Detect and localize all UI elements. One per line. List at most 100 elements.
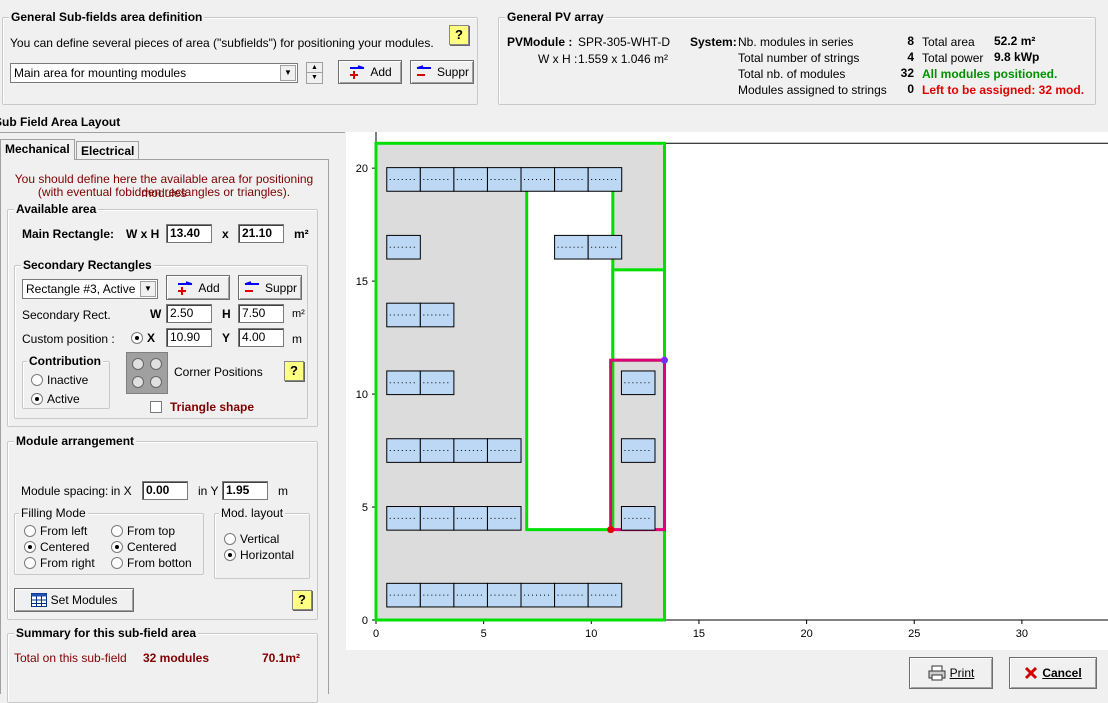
chevron-down-icon[interactable]: ▼ bbox=[140, 281, 156, 297]
positioned-status: All modules positioned. bbox=[922, 67, 1058, 81]
pv-module bbox=[386, 438, 421, 463]
set-modules-button[interactable]: Set Modules bbox=[14, 588, 134, 612]
pv-module bbox=[419, 438, 455, 463]
active-radio[interactable]: Active bbox=[31, 392, 80, 406]
pv-array-title: General PV array bbox=[505, 10, 606, 24]
fill-from-left-radio[interactable]: From left bbox=[24, 524, 87, 538]
fill-from-bottom-radio[interactable]: From botton bbox=[111, 556, 192, 570]
fill-from-right-radio[interactable]: From right bbox=[24, 556, 95, 570]
spacing-x-field[interactable]: 0.00 bbox=[142, 481, 188, 500]
layout-chart[interactable]: 0 5 10 15 20 25 30 0 5 10 15 20 bbox=[346, 132, 1108, 650]
fill-centered-v-radio[interactable]: Centered bbox=[111, 540, 176, 554]
subfield-select[interactable]: Main area for mounting modules ▼ bbox=[10, 63, 298, 83]
radio-dot[interactable] bbox=[31, 393, 43, 405]
inactive-radio[interactable]: Inactive bbox=[31, 373, 88, 387]
radio-dot[interactable] bbox=[24, 525, 36, 537]
corner-positions-label: Corner Positions bbox=[174, 365, 263, 379]
help-icon[interactable]: ? bbox=[449, 25, 469, 45]
layout-vertical-radio[interactable]: Vertical bbox=[224, 532, 279, 546]
pv-module bbox=[486, 582, 522, 608]
cancel-button[interactable]: Cancel bbox=[1009, 657, 1097, 689]
add-rect-button[interactable]: Add bbox=[166, 275, 230, 300]
radio-dot[interactable] bbox=[224, 533, 236, 545]
corner-bl-icon[interactable] bbox=[132, 376, 144, 388]
y-tick-label: 15 bbox=[356, 276, 368, 288]
rect-w-label: W bbox=[150, 307, 162, 321]
secondary-rect-select[interactable]: Rectangle #3, Active ▼ bbox=[22, 279, 158, 299]
corner-tr-icon[interactable] bbox=[150, 358, 162, 370]
radio-dot[interactable] bbox=[31, 374, 43, 386]
subfield-select-value: Main area for mounting modules bbox=[14, 66, 187, 80]
corner-positions-button[interactable] bbox=[126, 352, 168, 394]
summary-title: Summary for this sub-field area bbox=[14, 626, 199, 640]
corner-br-icon[interactable] bbox=[150, 376, 162, 388]
mod-layout-group: Mod. layout bbox=[214, 506, 310, 579]
fill-from-right-label: From right bbox=[40, 556, 95, 570]
secondary-rects-title: Secondary Rectangles bbox=[21, 258, 154, 272]
radio-dot[interactable] bbox=[111, 525, 123, 537]
tab-electrical[interactable]: Electrical bbox=[76, 141, 140, 160]
remove-icon bbox=[416, 65, 431, 76]
radio-dot[interactable] bbox=[24, 541, 36, 553]
corner-tl-icon[interactable] bbox=[132, 358, 144, 370]
main-height-field[interactable]: 21.10 bbox=[238, 224, 284, 243]
fill-from-left-label: From left bbox=[40, 524, 88, 538]
pos-x-field[interactable]: 10.90 bbox=[166, 328, 212, 347]
strings-value: 4 bbox=[907, 50, 914, 64]
layout-horizontal-radio[interactable]: Horizontal bbox=[224, 548, 294, 562]
rect-width-field[interactable]: 2.50 bbox=[166, 304, 212, 323]
print-button[interactable]: Print bbox=[909, 657, 993, 689]
forbidden-rect bbox=[525, 177, 615, 532]
fill-centered-h-radio[interactable]: Centered bbox=[24, 540, 89, 554]
pvmodule-value: SPR-305-WHT-D bbox=[578, 35, 671, 49]
checkbox-box[interactable] bbox=[150, 401, 162, 413]
close-icon bbox=[1025, 666, 1038, 680]
printer-icon bbox=[928, 665, 946, 681]
pvmodule-label: PVModule : bbox=[507, 35, 573, 49]
main-width-field[interactable]: 13.40 bbox=[166, 224, 212, 243]
radio-dot[interactable] bbox=[24, 557, 36, 569]
available-area-title: Available area bbox=[14, 202, 99, 216]
pv-module bbox=[554, 234, 589, 260]
custom-position-radio[interactable]: X bbox=[131, 331, 155, 345]
fill-from-top-radio[interactable]: From top bbox=[111, 524, 175, 538]
help-label: ? bbox=[298, 592, 306, 607]
pv-module bbox=[419, 167, 455, 192]
suppr-rect-button[interactable]: Suppr bbox=[238, 275, 302, 300]
rect-height-field[interactable]: 7.50 bbox=[238, 304, 284, 323]
radio-dot[interactable] bbox=[111, 557, 123, 569]
spin-up-icon[interactable]: ▲ bbox=[307, 63, 322, 73]
radio-dot[interactable] bbox=[111, 541, 123, 553]
chevron-down-icon[interactable]: ▼ bbox=[280, 65, 296, 81]
modules-label: Total nb. of modules bbox=[738, 67, 846, 81]
tab-mechanical[interactable]: Mechanical bbox=[0, 139, 75, 160]
help-icon[interactable]: ? bbox=[292, 590, 312, 610]
pv-wxh-value: 1.559 x 1.046 m² bbox=[578, 52, 669, 66]
main-x-label: x bbox=[222, 227, 229, 241]
pv-module bbox=[486, 438, 522, 463]
radio-dot[interactable] bbox=[224, 549, 236, 561]
pv-module bbox=[386, 582, 421, 608]
spacing-y-field[interactable]: 1.95 bbox=[222, 481, 268, 500]
help-label: ? bbox=[455, 27, 463, 42]
layout-divider bbox=[0, 132, 345, 133]
summary-group: Summary for this sub-field area bbox=[7, 626, 318, 703]
assign-status: Left to be assigned: 32 mod. bbox=[922, 83, 1085, 97]
system-label: System: bbox=[690, 35, 737, 49]
pv-module bbox=[620, 438, 656, 463]
pos-x-label: X bbox=[147, 331, 156, 345]
pv-module bbox=[587, 234, 623, 260]
x-tick-label: 5 bbox=[481, 628, 487, 640]
spin-down-icon[interactable]: ▼ bbox=[307, 73, 322, 83]
suppr-subfield-button[interactable]: Suppr bbox=[410, 60, 474, 84]
custom-position-label: Custom position : bbox=[22, 332, 115, 346]
pv-module bbox=[587, 167, 623, 192]
x-tick-label: 25 bbox=[908, 628, 920, 640]
pos-y-field[interactable]: 4.00 bbox=[238, 328, 284, 347]
add-subfield-button[interactable]: Add bbox=[338, 60, 402, 84]
x-tick-label: 15 bbox=[693, 628, 705, 640]
triangle-checkbox[interactable]: Triangle shape bbox=[150, 400, 254, 414]
subfield-spinner[interactable]: ▲ ▼ bbox=[306, 62, 323, 84]
help-icon[interactable]: ? bbox=[284, 361, 304, 381]
radio-dot[interactable] bbox=[131, 332, 143, 344]
